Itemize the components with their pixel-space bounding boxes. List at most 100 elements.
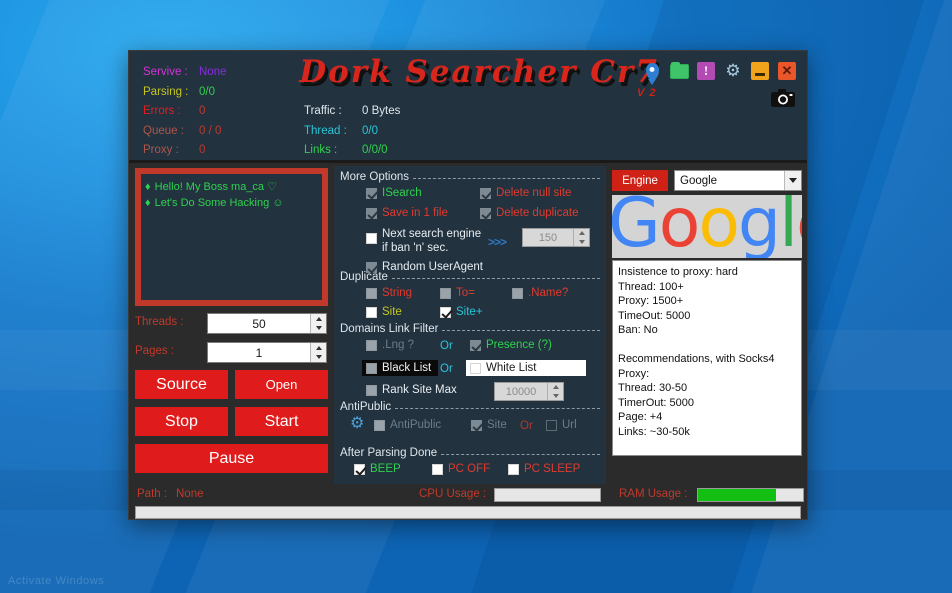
option-antipublic-url[interactable]: Url (546, 419, 577, 431)
option-duplicate-string[interactable]: String (366, 287, 412, 299)
log-line-text: Hello! My Boss ma_ca ♡ (154, 181, 277, 193)
option-isearch[interactable]: ISearch (366, 187, 422, 199)
ban-seconds-decrement-button[interactable] (574, 238, 589, 247)
next-search-engine-checkbox[interactable] (366, 233, 377, 244)
minimize-icon[interactable] (750, 61, 770, 81)
threads-stepper-buttons[interactable] (310, 314, 326, 333)
stat-traffic-value: 0 Bytes (362, 105, 401, 117)
gear-icon[interactable]: ⚙ (723, 61, 743, 81)
info-icon[interactable]: ! (696, 61, 716, 81)
delete-duplicate-checkbox[interactable] (480, 207, 491, 219)
option-duplicate-site-plus[interactable]: Site+ (440, 306, 483, 318)
threads-decrement-button[interactable] (311, 324, 326, 334)
stat-traffic: Traffic : 0 Bytes (304, 102, 400, 122)
ban-seconds-stepper-buttons[interactable] (573, 229, 589, 246)
threads-stepper[interactable] (207, 313, 327, 334)
pages-increment-button[interactable] (311, 343, 326, 353)
option-rank-site-max[interactable]: Rank Site Max (366, 384, 457, 396)
option-beep[interactable]: BEEP (354, 463, 401, 475)
stat-traffic-label: Traffic : (304, 105, 342, 117)
ban-seconds-increment-button[interactable] (574, 229, 589, 238)
pause-button[interactable]: Pause (135, 444, 328, 473)
option-pc-sleep[interactable]: PC SLEEP (508, 463, 580, 475)
ram-usage-label: RAM Usage : (619, 488, 688, 500)
chevron-down-icon[interactable] (784, 171, 801, 190)
duplicate-site-checkbox[interactable] (366, 306, 377, 318)
option-next-search-engine[interactable]: Next search engine if ban 'n' sec. (366, 227, 481, 255)
stop-button[interactable]: Stop (135, 407, 228, 436)
option-delete-null-site[interactable]: Delete null site (480, 187, 571, 199)
antipublic-url-checkbox[interactable] (546, 419, 557, 431)
option-delete-duplicate[interactable]: Delete duplicate (480, 207, 578, 219)
stat-errors-label: Errors : (143, 105, 181, 117)
rank-site-max-stepper[interactable]: 10000 (494, 382, 564, 401)
duplicate-site-plus-checkbox[interactable] (440, 306, 451, 318)
stats-right-column: Traffic : 0 Bytes Thread : 0/0 Links : 0/0/… (304, 102, 400, 161)
save-in-1-file-checkbox[interactable] (366, 207, 377, 219)
threads-increment-button[interactable] (311, 314, 326, 324)
duplicate-name-checkbox[interactable] (512, 287, 523, 299)
option-lng[interactable]: .Lng ? (366, 339, 414, 351)
pages-stepper[interactable] (207, 342, 327, 363)
rank-stepper-buttons[interactable] (547, 383, 563, 400)
option-antipublic-site[interactable]: Site (471, 419, 507, 431)
or-label-1: Or (440, 340, 453, 352)
duplicate-string-label: String (382, 287, 413, 299)
duplicate-group: Duplicate String To= .Name? Site Site+ (340, 271, 600, 327)
white-list-checkbox[interactable] (470, 362, 481, 374)
source-button[interactable]: Source (135, 370, 228, 399)
pages-row: Pages : (135, 342, 328, 364)
folder-icon[interactable] (669, 61, 689, 81)
stat-parsing-label: Parsing : (143, 85, 189, 98)
white-list-button[interactable]: White List (466, 360, 586, 376)
delete-null-site-checkbox[interactable] (480, 187, 491, 199)
option-duplicate-site[interactable]: Site (366, 306, 402, 318)
gear-icon[interactable]: ⚙ (350, 416, 364, 432)
after-parsing-title-text: After Parsing Done (340, 447, 438, 459)
lng-label: .Lng ? (382, 339, 414, 351)
ban-seconds-stepper[interactable]: 150 (522, 228, 590, 247)
presence-checkbox[interactable] (470, 339, 481, 351)
delete-duplicate-label: Delete duplicate (496, 207, 579, 219)
engine-panel: Engine Google Google Insistence to proxy… (606, 166, 807, 484)
rank-increment-button[interactable] (548, 383, 563, 392)
black-list-button[interactable]: Black List (362, 360, 439, 376)
rank-decrement-button[interactable] (548, 392, 563, 401)
antipublic-checkbox[interactable] (374, 419, 385, 431)
engine-select[interactable]: Google (674, 170, 802, 191)
pages-stepper-buttons[interactable] (310, 343, 326, 362)
close-icon[interactable]: ✕ (777, 61, 797, 81)
stat-links-value: 0/0/0 (362, 144, 388, 156)
option-antipublic[interactable]: AntiPublic (374, 419, 441, 431)
antipublic-title-text: AntiPublic (340, 401, 392, 413)
option-presence[interactable]: Presence (?) (470, 339, 552, 351)
stat-errors-value: 0 (199, 105, 206, 117)
pc-sleep-checkbox[interactable] (508, 463, 519, 475)
option-save-in-1-file[interactable]: Save in 1 file (366, 207, 448, 219)
threads-input[interactable] (208, 314, 310, 333)
lng-checkbox[interactable] (366, 339, 377, 351)
engine-info-text[interactable]: Insistence to proxy: hard Thread: 100+ P… (612, 260, 802, 456)
rank-site-max-checkbox[interactable] (366, 384, 377, 396)
option-duplicate-to[interactable]: To= (440, 287, 475, 299)
camera-icon[interactable] (771, 89, 795, 107)
pc-off-checkbox[interactable] (432, 463, 443, 475)
pages-input[interactable] (208, 343, 310, 362)
option-pc-off[interactable]: PC OFF (432, 463, 490, 475)
pages-label: Pages : (135, 345, 174, 357)
duplicate-string-checkbox[interactable] (366, 287, 377, 299)
beep-checkbox[interactable] (354, 463, 365, 475)
black-list-checkbox[interactable] (366, 362, 377, 374)
pages-decrement-button[interactable] (311, 353, 326, 363)
start-button[interactable]: Start (235, 407, 328, 436)
open-button[interactable]: Open (235, 370, 328, 399)
stat-parsing: Parsing : 0/0 (143, 83, 227, 103)
isearch-checkbox[interactable] (366, 187, 377, 199)
option-duplicate-name[interactable]: .Name? (512, 287, 568, 299)
engine-button[interactable]: Engine (612, 170, 668, 191)
duplicate-to-checkbox[interactable] (440, 287, 451, 299)
log-output[interactable]: ♦ Hello! My Boss ma_ca ♡ ♦ Let's Do Some H… (141, 174, 322, 300)
antipublic-site-checkbox[interactable] (471, 419, 482, 431)
location-pin-icon[interactable] (642, 61, 662, 81)
cpu-usage-bar (494, 488, 601, 502)
